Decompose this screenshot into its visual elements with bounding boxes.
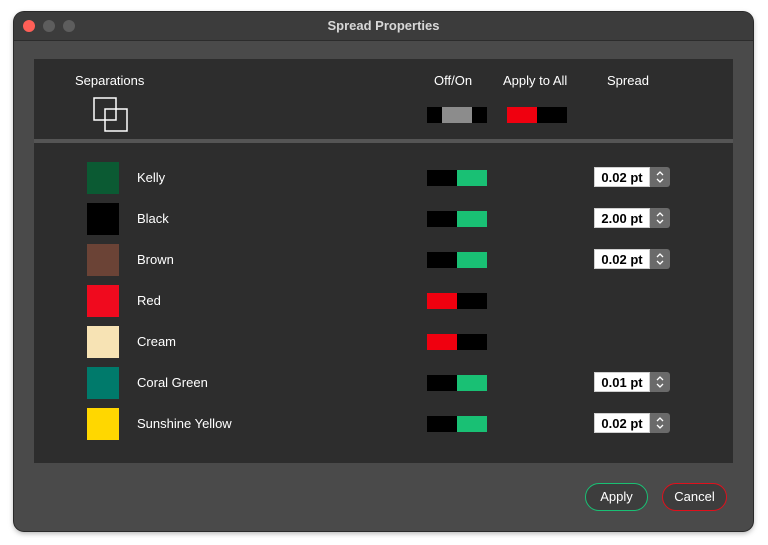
toggle-knob (457, 170, 487, 186)
separation-row: Cream (34, 322, 733, 363)
apply-to-all-toggle[interactable] (507, 107, 567, 123)
color-swatch (87, 367, 119, 399)
off-on-toggle[interactable] (427, 293, 487, 309)
off-on-toggle[interactable] (427, 334, 487, 350)
toggle-knob (507, 107, 537, 123)
spread-value-field[interactable]: 0.02 pt (594, 413, 650, 433)
separation-row: Sunshine Yellow 0.02 pt (34, 404, 733, 445)
toggle-knob (457, 252, 487, 268)
separation-row: Red (34, 281, 733, 322)
toggle-knob (457, 416, 487, 432)
separations-header: Separations (75, 73, 145, 88)
spread-stepper[interactable]: 0.02 pt (594, 249, 670, 269)
column-header-panel: Separations Off/On Apply to All Spread (34, 59, 733, 139)
spread-stepper[interactable]: 0.02 pt (594, 413, 670, 433)
separation-row: Kelly 0.02 pt (34, 158, 733, 199)
separation-row: Coral Green 0.01 pt (34, 363, 733, 404)
color-swatch (87, 244, 119, 276)
stepper-arrows-icon[interactable] (650, 372, 670, 392)
spread-value-field[interactable]: 0.02 pt (594, 249, 650, 269)
off-on-toggle[interactable] (427, 252, 487, 268)
overlapping-squares-icon (93, 97, 128, 132)
color-swatch (87, 326, 119, 358)
color-swatch (87, 285, 119, 317)
color-swatch (87, 162, 119, 194)
off-on-toggle[interactable] (427, 375, 487, 391)
color-swatch (87, 408, 119, 440)
color-swatch (87, 203, 119, 235)
spread-stepper[interactable]: 2.00 pt (594, 208, 670, 228)
apply-to-all-header: Apply to All (503, 73, 568, 88)
toggle-knob (457, 375, 487, 391)
off-on-header: Off/On (434, 73, 473, 88)
spread-header: Spread (607, 73, 649, 88)
separation-name: Kelly (137, 170, 166, 185)
separation-row: Brown 0.02 pt (34, 240, 733, 281)
spread-value-field[interactable]: 0.01 pt (594, 372, 650, 392)
stepper-arrows-icon[interactable] (650, 249, 670, 269)
toggle-knob (427, 293, 457, 309)
window-title: Spread Properties (327, 18, 440, 33)
spread-stepper[interactable]: 0.01 pt (594, 372, 670, 392)
off-on-toggle[interactable] (427, 211, 487, 227)
separation-name: Red (137, 293, 161, 308)
stepper-arrows-icon[interactable] (650, 167, 670, 187)
separation-name: Brown (137, 252, 174, 267)
spread-properties-window: Spread Properties Separations Off/On App… (14, 12, 753, 531)
toggle-knob (457, 211, 487, 227)
off-on-toggle[interactable] (427, 170, 487, 186)
toggle-knob (427, 334, 457, 350)
toggle-knob (442, 107, 472, 123)
spread-value-field[interactable]: 0.02 pt (594, 167, 650, 187)
separation-name: Sunshine Yellow (137, 416, 232, 431)
cancel-button[interactable]: Cancel (662, 483, 727, 511)
stepper-arrows-icon[interactable] (650, 208, 670, 228)
stepper-arrows-icon[interactable] (650, 413, 670, 433)
apply-button[interactable]: Apply (585, 483, 648, 511)
separation-row: Black 2.00 pt (34, 199, 733, 240)
separation-name: Cream (137, 334, 177, 349)
off-on-toggle[interactable] (427, 416, 487, 432)
spread-stepper[interactable]: 0.02 pt (594, 167, 670, 187)
separation-name: Coral Green (137, 375, 208, 390)
separations-list: Kelly 0.02 pt Black 2.00 pt Brown 0.02 pt Red C… (34, 143, 733, 463)
title-bar: Spread Properties (14, 12, 753, 41)
spread-value-field[interactable]: 2.00 pt (594, 208, 650, 228)
separation-name: Black (137, 211, 169, 226)
all-off-on-toggle[interactable] (427, 107, 487, 123)
